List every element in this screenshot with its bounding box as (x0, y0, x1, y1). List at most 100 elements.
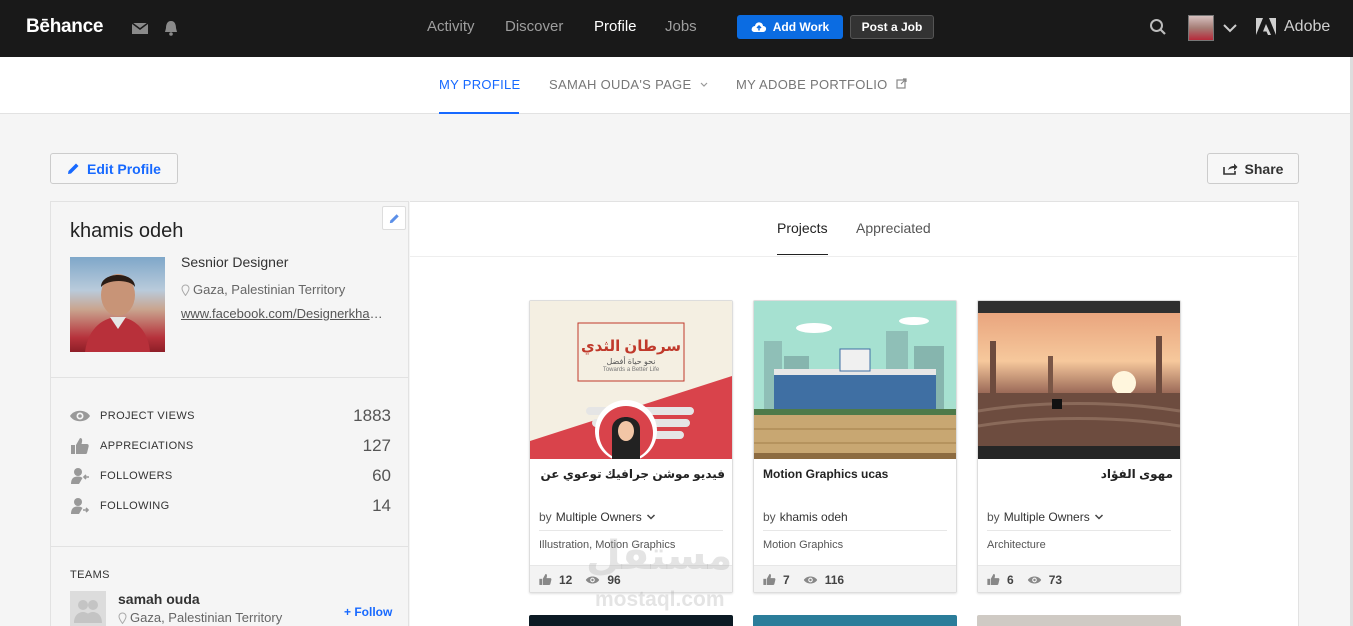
profile-photo (70, 257, 165, 352)
project-card[interactable]: مهوى الفؤاد by Multiple Owners Architect… (977, 300, 1181, 593)
search-icon[interactable] (1149, 18, 1167, 36)
edit-profile-label: Edit Profile (87, 160, 161, 177)
stat-value: 14 (372, 496, 391, 515)
pencil-icon (389, 213, 399, 223)
project-stats: 7 116 (754, 565, 956, 592)
stat-label: APPRECIATIONS (100, 440, 194, 452)
project-card[interactable] (753, 615, 957, 626)
project-owner[interactable]: by Multiple Owners (539, 510, 656, 524)
tab-my-profile[interactable]: MY PROFILE (439, 77, 521, 92)
section-divider (51, 546, 408, 547)
section-divider (410, 256, 1297, 257)
active-tab-indicator (439, 112, 519, 114)
edit-profile-button[interactable]: Edit Profile (50, 153, 178, 184)
project-thumbnail[interactable] (754, 301, 956, 459)
post-job-button[interactable]: Post a Job (850, 15, 934, 39)
tab-adobe-portfolio[interactable]: MY ADOBE PORTFOLIO (736, 77, 907, 92)
eye-icon (803, 576, 817, 583)
adobe-logo-icon (1256, 18, 1276, 35)
team-name-link[interactable]: samah ouda (118, 591, 200, 607)
team-location: Gaza, Palestinian Territory (118, 610, 282, 625)
team-location-text: Gaza, Palestinian Territory (130, 610, 283, 625)
chevron-down-icon (1094, 514, 1103, 520)
project-thumbnail[interactable] (978, 301, 1180, 459)
tab-samah-label: SAMAH OUDA'S PAGE (549, 77, 692, 92)
nav-profile[interactable]: Profile (594, 18, 637, 35)
project-card[interactable] (529, 615, 733, 626)
owner-name: Multiple Owners (1003, 510, 1090, 524)
by-label: by (987, 510, 1000, 524)
cloud-upload-icon (751, 22, 766, 32)
team-avatar[interactable] (70, 591, 106, 626)
card-divider (763, 530, 947, 531)
project-card[interactable]: Motion Graphics ucas by khamis odeh Moti… (753, 300, 957, 593)
project-stats: 6 73 (978, 565, 1180, 592)
section-divider (51, 377, 408, 378)
adobe-link[interactable]: Adobe (1256, 18, 1330, 36)
thumbs-up-icon (987, 574, 1000, 585)
chevron-down-icon (646, 514, 655, 520)
stat-value: 60 (372, 466, 391, 485)
map-pin-icon (181, 283, 190, 296)
profile-location-text: Gaza, Palestinian Territory (193, 282, 346, 297)
mecca-thumbnail-art (978, 301, 1180, 459)
team-placeholder-icon (74, 600, 102, 623)
profile-sidebar: khamis odeh Sesnior Designer Gaza, Pales… (50, 201, 409, 626)
tab-appreciated[interactable]: Appreciated (856, 220, 931, 236)
breast-cancer-thumbnail-art (530, 322, 732, 459)
following-icon (71, 498, 90, 514)
map-pin-icon (118, 611, 127, 624)
eye-icon (70, 410, 90, 422)
watermark-arabic: مستقل (586, 534, 733, 578)
stat-appreciations[interactable]: APPRECIATIONS 127 (69, 436, 391, 456)
university-building-thumbnail-art (754, 301, 956, 459)
adobe-label: Adobe (1284, 18, 1331, 35)
user-avatar[interactable] (1188, 15, 1214, 41)
mail-icon[interactable] (131, 19, 149, 37)
share-label: Share (1244, 160, 1284, 177)
chevron-down-icon[interactable] (1221, 19, 1239, 37)
bell-icon[interactable] (162, 19, 180, 37)
thumbs-up-icon (71, 438, 89, 454)
nav-jobs[interactable]: Jobs (665, 18, 697, 35)
share-button[interactable]: Share (1207, 153, 1299, 184)
nav-activity[interactable]: Activity (427, 18, 475, 35)
follower-icon (71, 468, 89, 484)
by-label: by (763, 510, 776, 524)
share-icon (1222, 163, 1238, 175)
nav-discover[interactable]: Discover (505, 18, 563, 35)
thumb-subheading: نحو حياة أفضل (606, 357, 656, 366)
profile-website-link[interactable]: www.facebook.com/Designerkhamisodeh (181, 306, 386, 321)
project-title[interactable]: مهوى الفؤاد (987, 467, 1173, 481)
thumb-heading: سرطان الثدي (580, 338, 682, 355)
views-count: 116 (824, 572, 845, 587)
behance-logo[interactable]: Bēhance (26, 16, 103, 38)
likes-count: 6 (1007, 572, 1014, 587)
add-work-button[interactable]: Add Work (737, 15, 843, 39)
edit-info-button[interactable] (382, 206, 406, 230)
likes-count: 7 (783, 572, 790, 587)
project-owner[interactable]: by khamis odeh (763, 510, 848, 524)
likes-count: 12 (559, 572, 573, 587)
active-tab-indicator (777, 254, 828, 255)
team-follow-button[interactable]: + Follow (344, 605, 392, 619)
teams-heading: TEAMS (70, 569, 110, 581)
by-label: by (539, 510, 552, 524)
tab-samah-ouda-page[interactable]: SAMAH OUDA'S PAGE (549, 77, 709, 92)
thumbs-up-icon (763, 574, 776, 585)
chevron-down-icon (700, 82, 708, 87)
project-thumbnail[interactable]: سرطان الثدي نحو حياة أفضل Towards a Bett… (530, 301, 732, 459)
stat-project-views[interactable]: PROJECT VIEWS 1883 (69, 406, 391, 426)
stat-value: 1883 (353, 406, 391, 425)
project-card[interactable] (977, 615, 1181, 626)
profile-location: Gaza, Palestinian Territory (181, 282, 345, 297)
add-work-label: Add Work (772, 20, 830, 34)
stat-following[interactable]: FOLLOWING 14 (69, 496, 391, 516)
project-title[interactable]: Motion Graphics ucas (763, 467, 949, 481)
views-count: 73 (1048, 572, 1063, 587)
stat-followers[interactable]: FOLLOWERS 60 (69, 466, 391, 486)
project-owner[interactable]: by Multiple Owners (987, 510, 1104, 524)
owner-name: Multiple Owners (555, 510, 642, 524)
project-title[interactable]: فيديو موشن جرافيك توعوي عن سرطان الثدي (539, 467, 725, 481)
tab-projects[interactable]: Projects (777, 220, 828, 236)
